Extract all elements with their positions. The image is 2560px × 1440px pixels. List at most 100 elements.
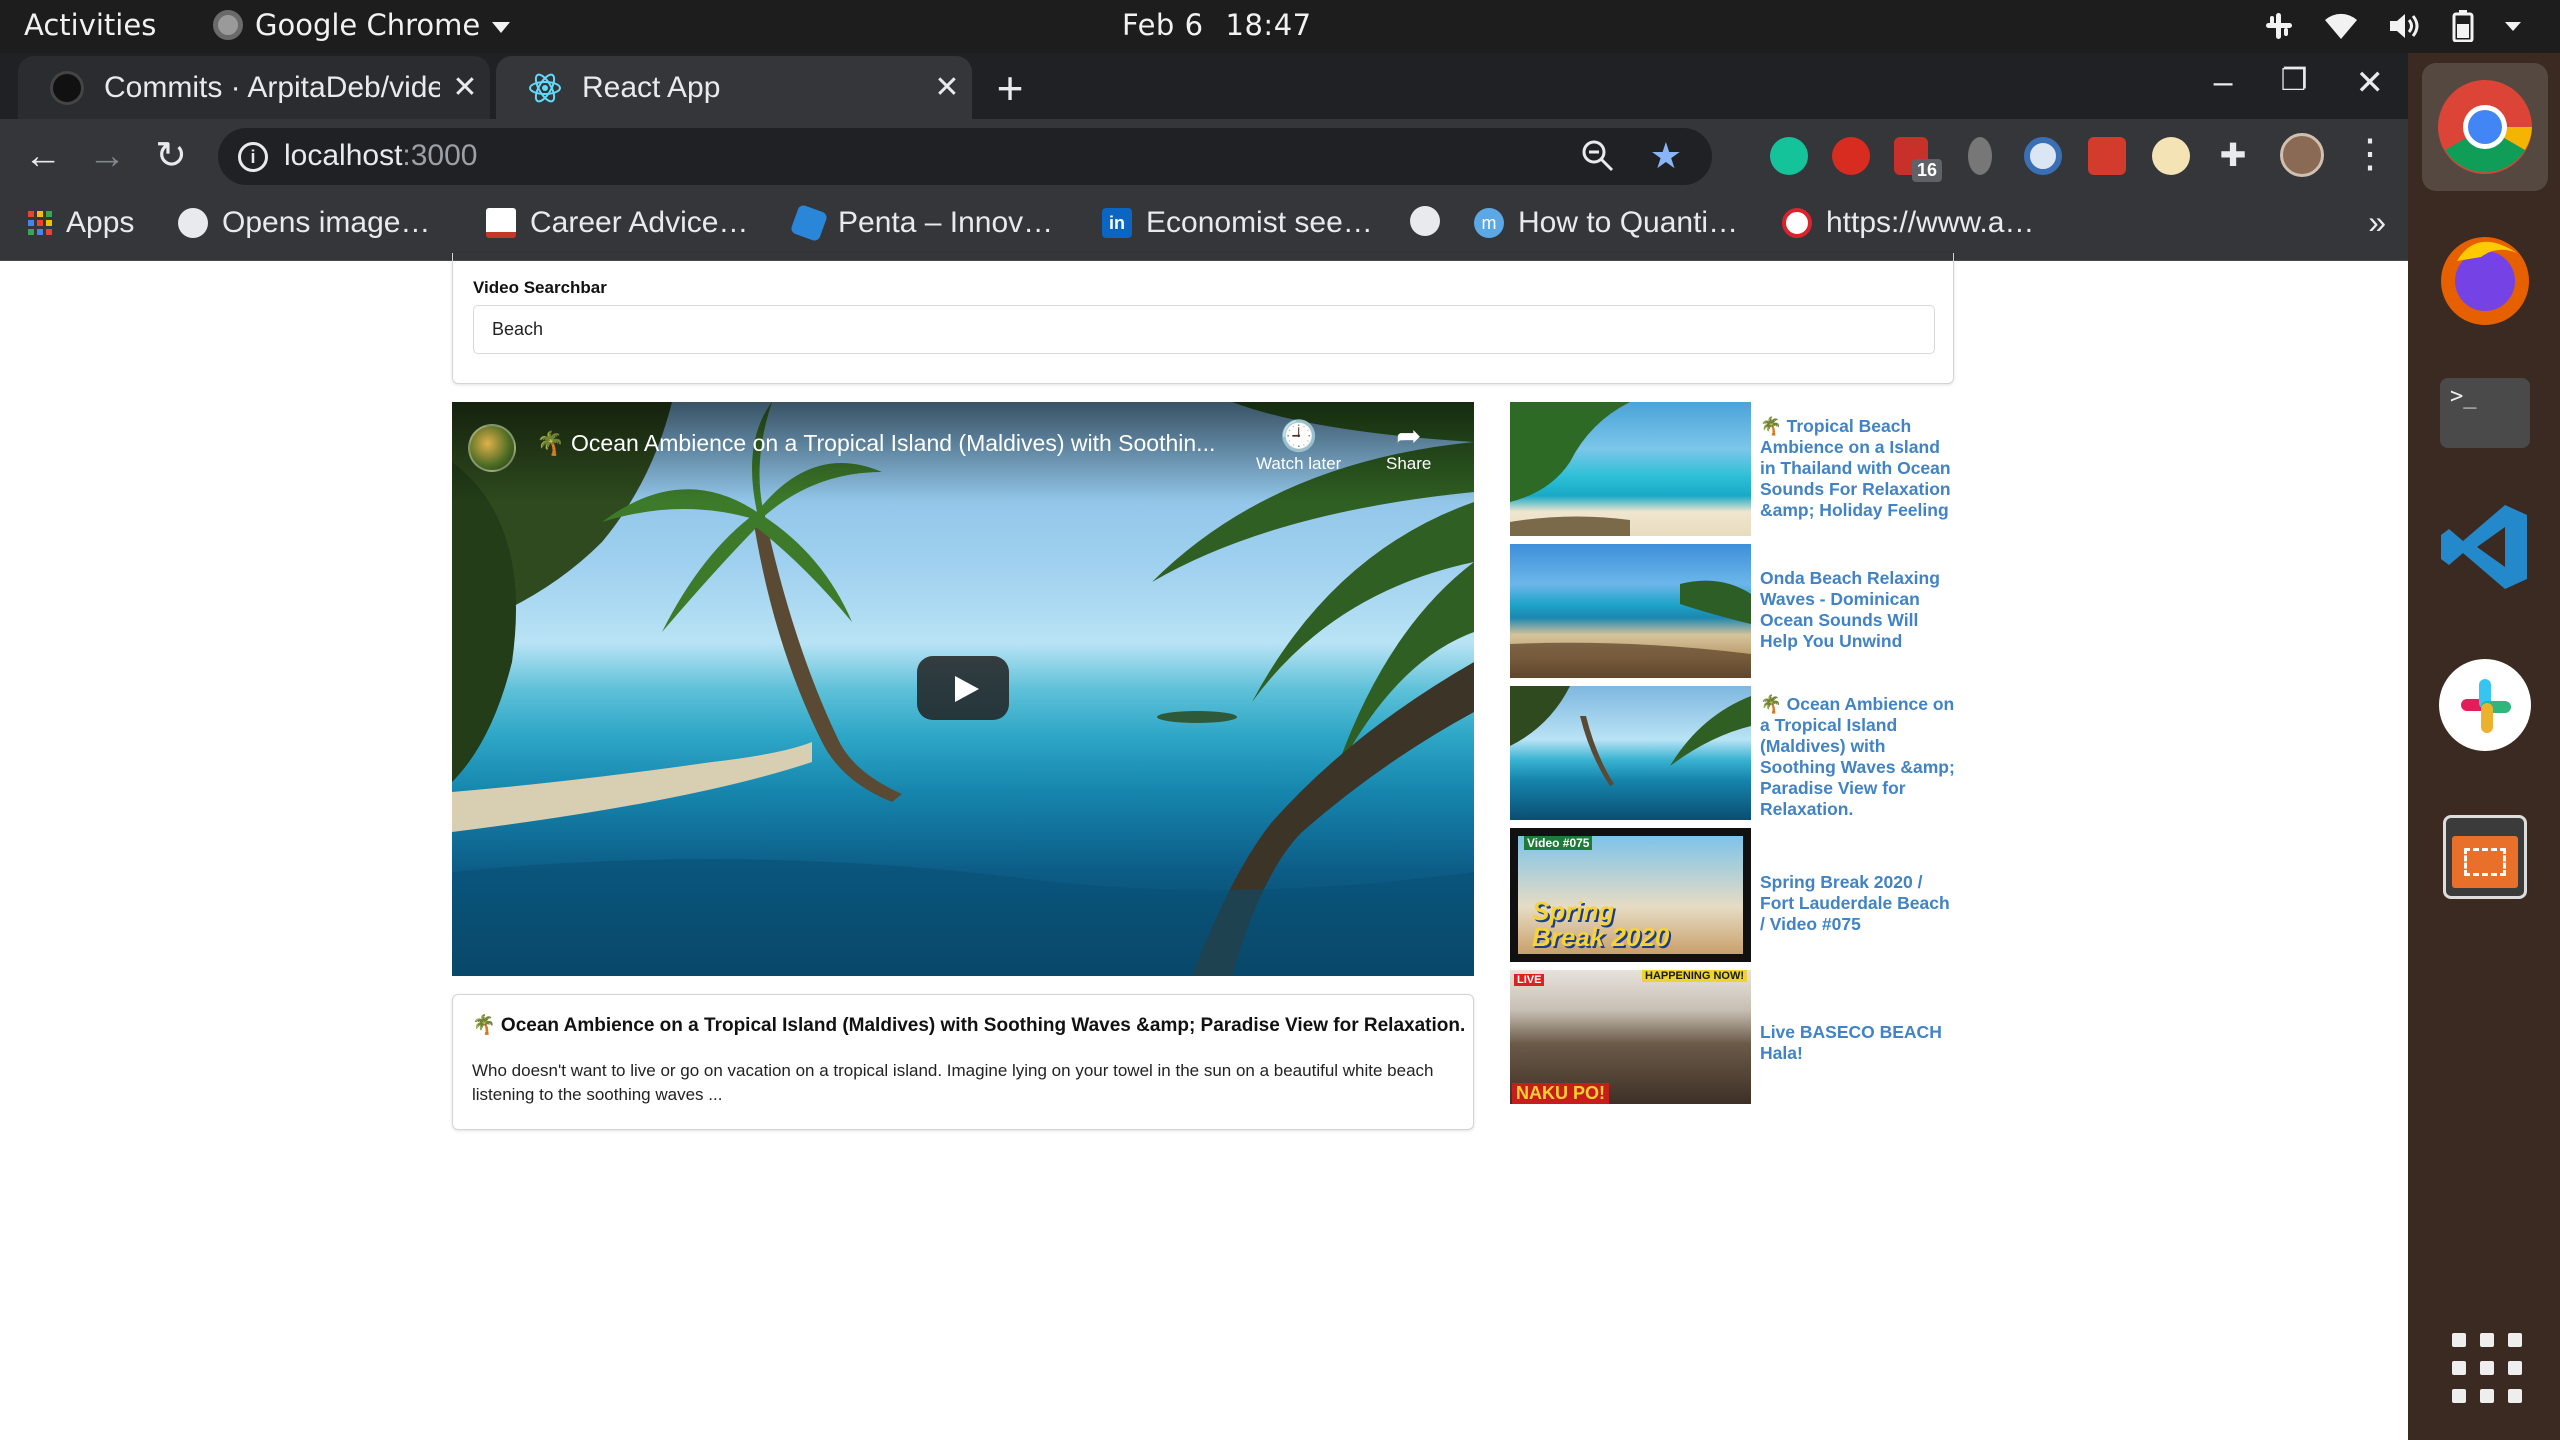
bug-icon[interactable] <box>1968 137 1992 175</box>
video-list-title[interactable]: 🌴 Tropical Beach Ambience on a Island in… <box>1760 416 1958 521</box>
tab-commits[interactable]: Commits · ArpitaDeb/video ✕ <box>18 56 490 119</box>
bookmark-label: Career Advice… <box>530 206 749 239</box>
video-list-item[interactable]: 🌴 Tropical Beach Ambience on a Island in… <box>1510 402 1958 536</box>
a-logo-icon <box>1782 208 1812 238</box>
thumbnail-caption: Spring Break 2020 <box>1532 896 1670 952</box>
screenshot-icon <box>2443 815 2527 899</box>
video-list-item[interactable]: LIVE HAPPENING NOW! NAKU PO! Live BASECO… <box>1510 970 1958 1104</box>
url-text[interactable]: localhost:3000 <box>284 139 477 173</box>
tab-react-app[interactable]: React App ✕ <box>496 56 972 119</box>
dock-terminal[interactable]: >_ <box>2433 361 2537 465</box>
video-list-item[interactable]: 🌴 Ocean Ambience on a Tropical Island (M… <box>1510 686 1958 820</box>
vscode-icon <box>2441 505 2527 589</box>
forward-arrow-icon[interactable]: → <box>84 133 130 179</box>
page-content: Video Searchbar Beach 🌴 Ocean Ambience o… <box>0 253 2408 1440</box>
eye-extension-icon[interactable] <box>2024 137 2062 175</box>
close-window-icon[interactable]: ✕ <box>2356 63 2385 103</box>
system-top-bar: Activities Google Chrome Feb 6 18:47 <box>0 0 2560 53</box>
bookmark-item[interactable]: in Economist see… <box>1102 206 1373 240</box>
browser-toolbar: ← → ↻ i localhost:3000 ★ 16 ✚ ⋮ <box>0 119 2408 194</box>
channel-avatar[interactable] <box>468 424 516 472</box>
video-thumbnail[interactable]: Video #075 Spring Break 2020 <box>1510 828 1751 962</box>
info-icon[interactable]: i <box>238 142 268 172</box>
app-menu-label: Google Chrome <box>255 8 481 42</box>
thumbnail-art <box>1510 686 1751 786</box>
bookmark-label: Penta – Innov… <box>838 206 1054 239</box>
react-icon <box>529 73 561 102</box>
video-thumbnail[interactable] <box>1510 544 1751 678</box>
player-title[interactable]: 🌴 Ocean Ambience on a Tropical Island (M… <box>536 430 1216 457</box>
terminal-icon: >_ <box>2440 378 2530 448</box>
globe-icon <box>1410 206 1440 236</box>
medium-icon: m <box>1474 208 1504 238</box>
close-tab-icon[interactable]: ✕ <box>440 70 490 105</box>
search-label: Video Searchbar <box>473 278 607 297</box>
video-list-title[interactable]: 🌴 Ocean Ambience on a Tropical Island (M… <box>1760 694 1958 820</box>
video-list-title[interactable]: Onda Beach Relaxing Waves - Dominican Oc… <box>1760 568 1958 652</box>
avatar[interactable] <box>2280 133 2324 177</box>
apps-grid-icon <box>28 211 52 235</box>
dock-firefox[interactable] <box>2433 227 2537 331</box>
video-detail-title: 🌴 Ocean Ambience on a Tropical Island (M… <box>472 1015 1466 1036</box>
app-menu[interactable]: Google Chrome <box>213 8 511 42</box>
globe-icon <box>178 208 208 238</box>
system-tray[interactable] <box>2264 10 2522 42</box>
video-detail-description: Who doesn't want to live or go on vacati… <box>472 1061 1434 1104</box>
grammarly-icon[interactable] <box>1770 137 1808 175</box>
close-tab-icon[interactable]: ✕ <box>922 70 972 105</box>
adblock-count-badge: 16 <box>1912 159 1943 182</box>
video-player[interactable]: 🌴 Ocean Ambience on a Tropical Island (M… <box>452 402 1474 976</box>
bookmark-item[interactable]: Opens image… <box>178 206 430 240</box>
maximize-icon[interactable]: ❐ <box>2281 63 2308 103</box>
reload-icon[interactable]: ↻ <box>148 133 194 179</box>
application-dock: >_ <box>2408 53 2560 1440</box>
search-input[interactable]: Beach <box>473 305 1935 354</box>
thumbnail-banner: HAPPENING NOW! <box>1642 970 1747 982</box>
linkedin-icon: in <box>1102 208 1132 238</box>
block-hand-icon[interactable] <box>1832 137 1870 175</box>
video-list-item[interactable]: Onda Beach Relaxing Waves - Dominican Oc… <box>1510 544 1958 678</box>
url-port: :3000 <box>402 139 478 172</box>
video-list-title[interactable]: Spring Break 2020 / Fort Lauderdale Beac… <box>1760 872 1958 935</box>
dock-screenshot[interactable] <box>2433 805 2537 909</box>
video-thumbnail[interactable]: LIVE HAPPENING NOW! NAKU PO! <box>1510 970 1751 1104</box>
bookmark-apps[interactable]: Apps <box>28 206 134 240</box>
back-arrow-icon[interactable]: ← <box>20 133 66 179</box>
window-controls: – ❐ ✕ <box>2214 63 2384 103</box>
bookmark-item[interactable]: m How to Quanti… <box>1474 206 1738 240</box>
power-menu-caret-icon <box>2505 22 2521 31</box>
new-tab-button[interactable]: + <box>985 65 1035 115</box>
bookmark-item[interactable]: Career Advice… <box>486 206 748 240</box>
minimize-icon[interactable]: – <box>2214 63 2233 103</box>
dock-slack[interactable] <box>2433 653 2537 757</box>
puzzle-red-icon[interactable] <box>2088 137 2126 175</box>
thumbnail-tag: Video #075 <box>1524 836 1593 850</box>
chart-icon <box>486 208 516 238</box>
show-applications-icon[interactable] <box>2452 1333 2522 1403</box>
date-label: Feb 6 <box>1122 8 1204 42</box>
zoom-icon[interactable] <box>1580 138 1616 174</box>
clock[interactable]: Feb 6 18:47 <box>1122 8 1312 42</box>
bookmarks-bar: Apps Opens image… Career Advice… Penta –… <box>0 194 2408 261</box>
sun-extension-icon[interactable] <box>2152 137 2190 175</box>
live-badge: LIVE <box>1514 974 1545 986</box>
play-button[interactable] <box>917 656 1009 720</box>
dock-vscode[interactable] <box>2433 495 2537 599</box>
dock-chrome[interactable] <box>2422 63 2548 191</box>
video-thumbnail[interactable] <box>1510 686 1751 820</box>
share-arrow-icon: ➦ <box>1396 420 1422 453</box>
extensions-puzzle-icon[interactable]: ✚ <box>2214 137 2252 175</box>
watch-later-button[interactable]: 🕘 Watch later <box>1256 420 1341 474</box>
video-list-title[interactable]: Live BASECO BEACH Hala! <box>1760 1022 1958 1064</box>
address-bar[interactable]: i localhost:3000 ★ <box>218 128 1712 185</box>
bookmark-star-icon[interactable]: ★ <box>1650 135 1682 177</box>
more-menu-icon[interactable]: ⋮ <box>2350 129 2390 179</box>
more-bookmarks-icon[interactable]: » <box>2368 204 2386 241</box>
bookmark-item[interactable]: https://www.a… <box>1782 206 2034 240</box>
video-thumbnail[interactable] <box>1510 402 1751 536</box>
bookmark-item[interactable]: Penta – Innov… <box>789 203 1054 243</box>
activities-button[interactable]: Activities <box>24 8 156 42</box>
bookmark-item[interactable] <box>1410 206 1454 236</box>
share-button[interactable]: ➦ Share <box>1386 420 1431 474</box>
video-list-item[interactable]: Video #075 Spring Break 2020 Spring Brea… <box>1510 828 1958 962</box>
